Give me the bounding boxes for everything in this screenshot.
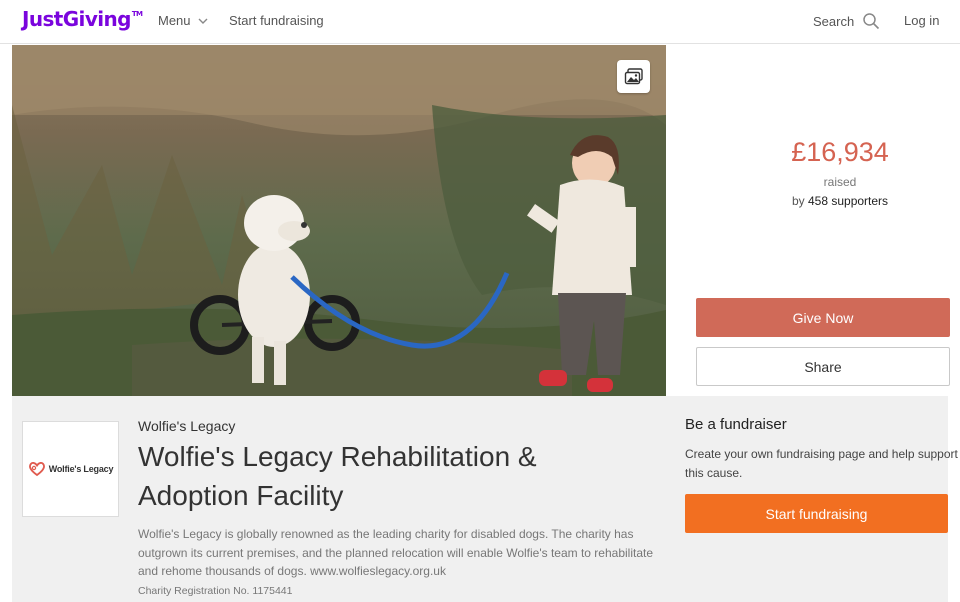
share-button[interactable]: Share [696,347,950,386]
donation-summary-panel: £16,934 raised by 458 supporters Give No… [666,45,960,396]
menu-button[interactable]: Menu [158,13,209,28]
login-link[interactable]: Log in [904,13,939,28]
fundraiser-text: Create your own fundraising page and hel… [685,447,958,480]
hero-photo-dog-and-child [12,45,666,396]
justgiving-logo[interactable]: JustGivingTM [22,7,143,31]
give-now-button[interactable]: Give Now [696,298,950,337]
fundraiser-heading: Be a fundraiser [685,416,787,433]
image-gallery-icon [624,67,643,84]
nav-start-fundraising-link[interactable]: Start fundraising [229,13,324,28]
chevron-down-icon [198,18,208,24]
hero-image [12,45,666,396]
raised-amount: £16,934 [791,137,889,167]
raised-label: raised [823,175,857,189]
menu-label: Menu [158,13,191,28]
top-nav: JustGivingTM Menu Start fundraising Sear… [0,0,960,44]
start-fundraising-button[interactable]: Start fundraising [685,494,948,533]
charity-description: Wolfie's Legacy is globally renowned as … [138,527,654,578]
supporters-count: by 458 supporters [791,194,889,208]
search-button[interactable]: Search [813,12,880,30]
page-title: Wolfie's Legacy Rehabilitation & Adoptio… [138,441,537,511]
heart-logo-icon [28,462,45,477]
charity-info-section: Wolfie's Legacy Wolfie's Legacy Wolfie's… [12,396,958,602]
charity-name[interactable]: Wolfie's Legacy [138,418,235,434]
gallery-button[interactable] [617,60,650,93]
search-icon [863,13,880,30]
charity-logo[interactable]: Wolfie's Legacy [22,421,119,517]
charity-logo-text: Wolfie's Legacy [48,464,114,474]
charity-registration: Charity Registration No. 1175441 [138,585,293,597]
search-label: Search [813,13,855,29]
